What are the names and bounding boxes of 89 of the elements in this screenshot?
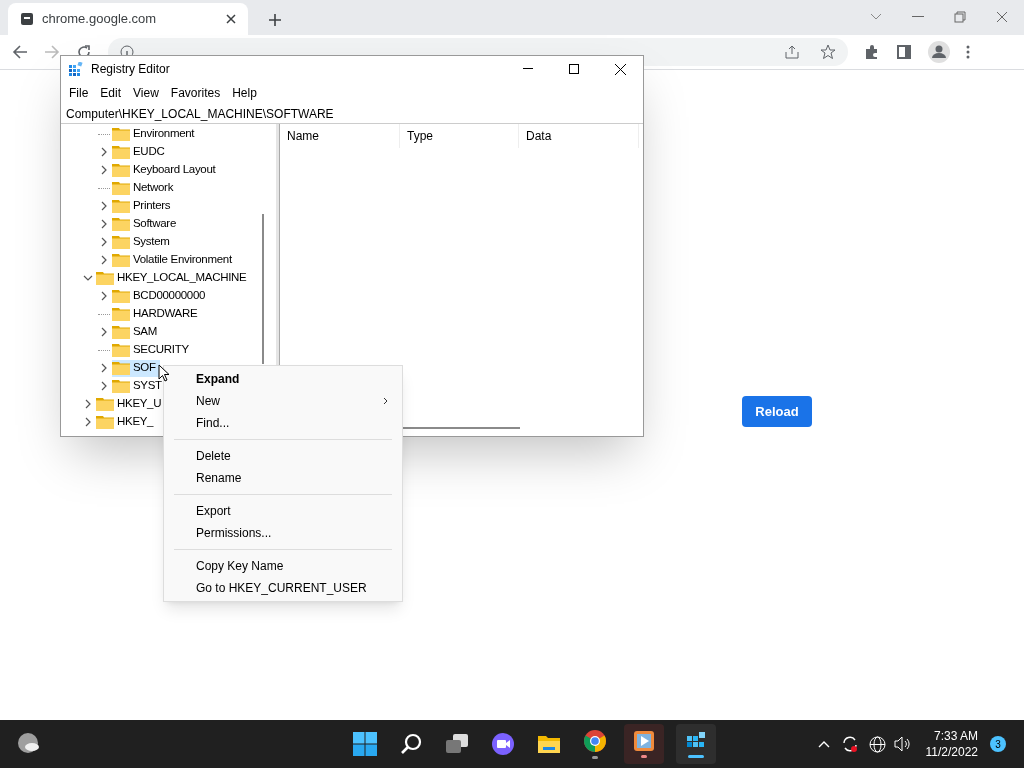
address-field[interactable]: Computer\HKEY_LOCAL_MACHINE\SOFTWARE <box>61 104 643 124</box>
favicon-icon <box>20 12 34 26</box>
folder-icon <box>112 253 130 267</box>
running-indicator <box>641 755 647 758</box>
menu-item[interactable]: Help <box>226 84 263 102</box>
folder-icon <box>112 127 130 141</box>
start-icon[interactable] <box>353 732 377 756</box>
star-icon[interactable] <box>820 44 836 60</box>
volume-icon[interactable] <box>893 736 912 752</box>
menu-item[interactable]: Find... <box>164 412 402 434</box>
folder-icon <box>112 343 130 357</box>
folder-icon <box>112 145 130 159</box>
menu-item[interactable]: Favorites <box>164 84 227 102</box>
folder-icon <box>112 379 130 393</box>
tree-item[interactable]: Environment <box>112 125 199 143</box>
tree-item[interactable]: SOF <box>112 359 160 377</box>
window-title: Registry Editor <box>91 61 170 78</box>
side-panel-icon[interactable] <box>896 44 912 60</box>
tree-item[interactable]: HKEY_LOCAL_MACHINE <box>96 269 251 287</box>
globe-icon[interactable] <box>868 735 886 753</box>
back-icon[interactable] <box>12 44 28 60</box>
share-icon[interactable] <box>784 44 800 60</box>
menu-item[interactable]: Edit <box>94 84 128 102</box>
folder-icon <box>96 397 114 411</box>
minimize-icon[interactable] <box>523 68 533 70</box>
weather-icon[interactable] <box>17 732 41 756</box>
search-icon[interactable] <box>400 733 422 755</box>
folder-icon <box>112 163 130 177</box>
chevron-up-icon[interactable] <box>817 740 830 748</box>
column-header[interactable]: Type <box>400 124 519 148</box>
tree-item[interactable]: Volatile Environment <box>112 251 236 269</box>
puzzle-icon[interactable] <box>864 44 880 60</box>
column-header[interactable]: Data <box>519 124 639 148</box>
tree-item[interactable]: EUDC <box>112 143 169 161</box>
tree-item[interactable]: Printers <box>112 197 175 215</box>
folder-icon <box>112 199 130 213</box>
browser-tab[interactable]: chrome.google.com <box>8 3 248 35</box>
tree-item[interactable]: Network <box>112 179 178 197</box>
maximize-icon[interactable] <box>569 64 579 74</box>
tree-item[interactable]: Keyboard Layout <box>112 161 220 179</box>
close-icon[interactable] <box>226 14 236 24</box>
tree-item[interactable]: SECURITY <box>112 341 193 359</box>
folder-icon <box>112 217 130 231</box>
tree-item[interactable]: HKEY_ <box>96 413 158 431</box>
folder-icon[interactable] <box>537 733 561 755</box>
close-icon[interactable] <box>615 63 626 75</box>
folder-icon <box>96 415 114 429</box>
tree-item[interactable]: Software <box>112 215 180 233</box>
tree-item[interactable]: BCD00000000 <box>112 287 210 305</box>
notification-badge[interactable]: 3 <box>990 736 1006 752</box>
folder-icon <box>96 271 114 285</box>
restore-icon[interactable] <box>954 11 966 23</box>
menu-item[interactable]: Permissions... <box>164 522 402 544</box>
menu-icon[interactable] <box>966 45 970 59</box>
folder-icon <box>112 181 130 195</box>
tree-item[interactable]: HKEY_U <box>96 395 166 413</box>
folder-icon <box>112 235 130 249</box>
running-indicator <box>688 755 704 758</box>
menu-item[interactable]: File <box>63 84 95 102</box>
chrome-icon[interactable] <box>583 729 607 753</box>
menu-item[interactable]: Export <box>164 500 402 522</box>
tree-item[interactable]: SAM <box>112 323 162 341</box>
registry-icon <box>69 62 83 76</box>
menu-item[interactable]: Delete <box>164 445 402 467</box>
tab-title: chrome.google.com <box>42 10 158 29</box>
menu-item[interactable]: View <box>127 84 165 102</box>
task-view-icon[interactable] <box>445 733 469 755</box>
clock[interactable]: 7:33 AM 11/2/2022 <box>925 728 978 760</box>
media-player-icon[interactable] <box>633 730 655 752</box>
folder-icon <box>112 307 130 321</box>
new-tab-icon[interactable] <box>268 13 282 27</box>
menu-item[interactable]: Go to HKEY_CURRENT_USER <box>164 577 402 599</box>
tree-item[interactable]: System <box>112 233 174 251</box>
folder-icon <box>112 361 130 375</box>
tree-item[interactable]: SYST <box>112 377 166 395</box>
profile-icon[interactable] <box>928 41 950 63</box>
chevron-down-icon[interactable] <box>870 13 882 21</box>
menu-item[interactable]: Rename <box>164 467 402 489</box>
running-indicator <box>592 756 598 759</box>
reload-button[interactable]: Reload <box>742 396 812 427</box>
chevron-right-icon <box>383 397 388 405</box>
tree-item[interactable]: HARDWARE <box>112 305 202 323</box>
video-chat-icon[interactable] <box>491 732 515 756</box>
folder-icon <box>112 289 130 303</box>
menu-item[interactable]: Copy Key Name <box>164 555 402 577</box>
menu-item[interactable]: New <box>164 390 402 412</box>
sync-icon[interactable] <box>840 735 859 753</box>
folder-icon <box>112 325 130 339</box>
column-header[interactable]: Name <box>280 124 400 148</box>
